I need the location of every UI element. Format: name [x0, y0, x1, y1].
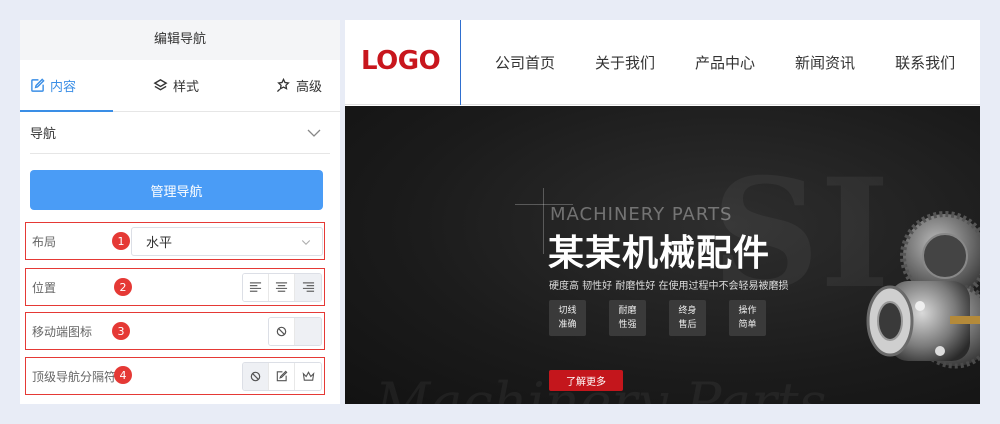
tab-content-label: 内容 [50, 80, 77, 95]
learn-more-button[interactable]: 了解更多 [549, 370, 623, 391]
machinery-parts-image [866, 211, 980, 369]
manage-nav-button[interactable]: 管理导航 [30, 170, 323, 210]
layout-select[interactable]: 水平 [131, 227, 323, 256]
edit-icon [276, 370, 288, 382]
nav-item-contact[interactable]: 联系我们 [895, 52, 955, 73]
banner-tagline: 硬度高 韧性好 耐磨性好 在使用过程中不会轻易被磨损 [549, 281, 789, 292]
align-center-icon [275, 282, 288, 292]
editor-panel: 编辑导航 内容 样式 高级 导航 管理导航 布局 1 水平 位置 2 移动端图标… [20, 20, 340, 404]
panel-tabs: 内容 样式 高级 [20, 60, 340, 112]
logo-divider [460, 20, 461, 105]
option-mobile-icon-label: 移动端图标 [32, 324, 93, 339]
magic-pin-icon [276, 78, 290, 93]
align-left-button[interactable] [243, 274, 269, 301]
align-right-icon [302, 282, 314, 292]
nav-item-products[interactable]: 产品中心 [695, 52, 755, 73]
feature-tag: 终身 售后 [669, 300, 706, 336]
nav-item-news[interactable]: 新闻资讯 [795, 52, 855, 73]
option-layout-label: 布局 [32, 234, 57, 249]
nav-item-about[interactable]: 关于我们 [595, 52, 655, 73]
mobile-icon-button-group [268, 317, 322, 346]
banner-subtitle-en: MACHINERY PARTS [550, 204, 733, 225]
panel-title: 编辑导航 [20, 20, 340, 60]
option-top-nav-separator: 顶级导航分隔符 4 [25, 357, 325, 395]
site-nav: 公司首页 关于我们 产品中心 新闻资讯 联系我们 [495, 20, 980, 105]
banner-title: 某某机械配件 [548, 233, 771, 274]
option-position-label: 位置 [32, 280, 57, 295]
ban-icon [276, 326, 287, 337]
align-right-button[interactable] [295, 274, 321, 301]
site-preview: LOGO 公司首页 关于我们 产品中心 新闻资讯 联系我们 SI Machine… [345, 20, 980, 404]
feature-tag: 切线 准确 [549, 300, 586, 336]
option-layout: 布局 1 水平 [25, 222, 325, 260]
banner-features: 切线 准确 耐磨 性强 终身 售后 操作 简单 [549, 300, 789, 336]
option-position: 位置 2 [25, 268, 325, 306]
ban-icon [250, 371, 261, 382]
tab-style-label: 样式 [172, 80, 199, 95]
separator-none-button[interactable] [243, 363, 269, 390]
separator-crown-button[interactable] [295, 363, 321, 390]
feature-tag: 耐磨 性强 [609, 300, 646, 336]
tab-style[interactable]: 样式 [127, 60, 224, 111]
chevron-down-icon [301, 239, 311, 245]
annotation-badge-3: 3 [112, 322, 130, 340]
site-header: LOGO 公司首页 关于我们 产品中心 新闻资讯 联系我们 [345, 20, 980, 105]
tab-advanced-label: 高级 [295, 80, 322, 95]
layout-select-value: 水平 [146, 236, 173, 251]
nav-section-header[interactable]: 导航 [30, 112, 330, 154]
mobile-icon-default-button[interactable] [295, 318, 321, 345]
feature-tag: 操作 简单 [729, 300, 766, 336]
mobile-icon-none-button[interactable] [269, 318, 295, 345]
crown-icon [302, 371, 314, 381]
nav-item-home[interactable]: 公司首页 [495, 52, 555, 73]
annotation-badge-4: 4 [114, 366, 132, 384]
tab-content[interactable]: 内容 [20, 60, 127, 112]
align-left-icon [249, 282, 262, 292]
annotation-badge-1: 1 [112, 232, 130, 250]
hero-banner: SI Machinery Parts MACHINERY PARTS 某某机械配… [345, 106, 980, 404]
site-logo[interactable]: LOGO [361, 46, 441, 76]
align-center-button[interactable] [269, 274, 295, 301]
annotation-badge-2: 2 [114, 278, 132, 296]
option-separator-label: 顶级导航分隔符 [32, 369, 117, 384]
separator-button-group [242, 362, 322, 391]
decor-line-v [543, 188, 544, 254]
chevron-down-icon [307, 129, 321, 137]
layers-icon [153, 79, 168, 91]
separator-edit-button[interactable] [269, 363, 295, 390]
tab-advanced[interactable]: 高级 [225, 60, 340, 111]
position-button-group [242, 273, 322, 302]
section-label: 导航 [30, 127, 57, 142]
option-mobile-icon: 移动端图标 3 [25, 312, 325, 350]
edit-icon [31, 78, 45, 92]
